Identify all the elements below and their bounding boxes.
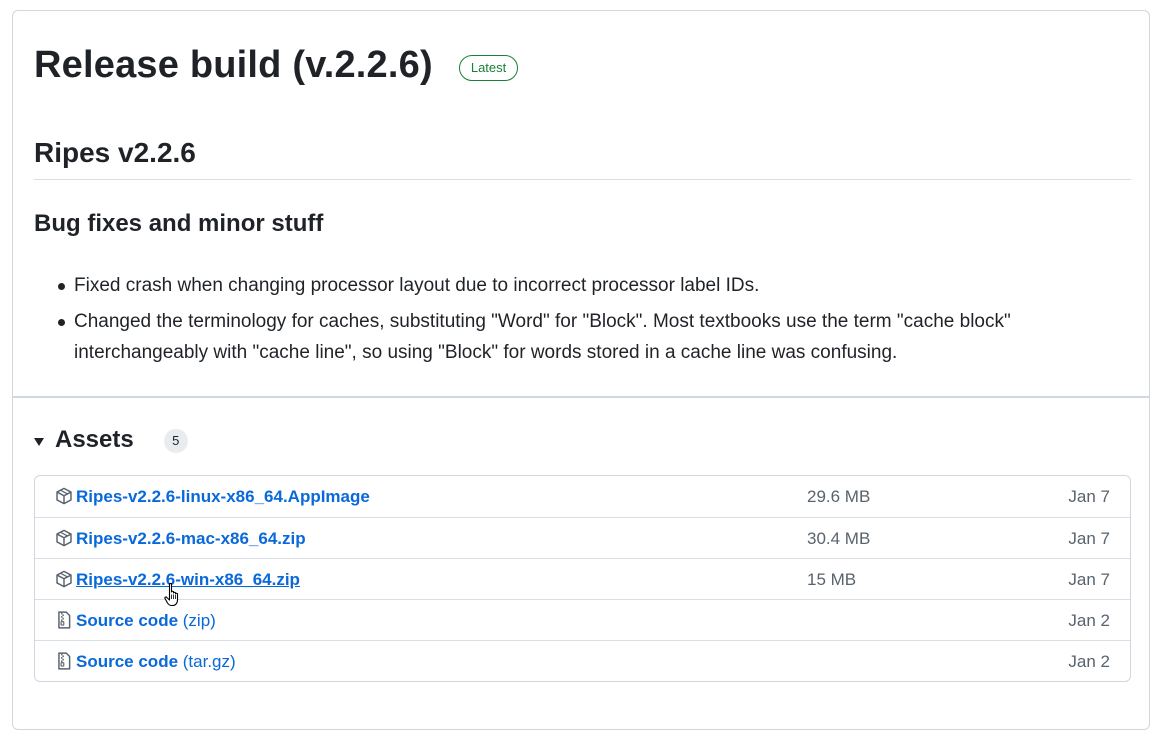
asset-date: Jan 7 [1068, 529, 1110, 548]
asset-name-text: Ripes-v2.2.6-linux-x86_64.AppImage [76, 487, 370, 506]
release-note-item: Fixed crash when changing processor layo… [34, 270, 1104, 301]
asset-download-link[interactable]: Ripes-v2.2.6-mac-x86_64.zip [76, 528, 306, 550]
asset-suffix-text: (tar.gz) [178, 652, 236, 671]
asset-download-link[interactable]: Ripes-v2.2.6-linux-x86_64.AppImage [76, 486, 370, 508]
asset-row: Source code (tar.gz) Jan 2 [35, 640, 1130, 681]
release-card: Release build (v.2.2.6) Latest Ripes v2.… [12, 10, 1150, 730]
file-zip-icon [58, 611, 71, 629]
asset-row: Ripes-v2.2.6-win-x86_64.zip 15 MB Jan 7 [35, 558, 1130, 599]
asset-suffix-text: (zip) [178, 611, 216, 630]
asset-download-link[interactable]: Source code (tar.gz) [76, 651, 236, 673]
asset-date: Jan 7 [1068, 487, 1110, 506]
release-notes-list: Fixed crash when changing processor layo… [34, 270, 1104, 373]
package-icon [56, 570, 72, 588]
asset-date: Jan 7 [1068, 570, 1110, 589]
asset-name-text: Source code [76, 611, 179, 630]
asset-name-text: Source code [76, 652, 179, 671]
asset-download-link[interactable]: Ripes-v2.2.6-win-x86_64.zip [76, 569, 300, 591]
package-icon [56, 487, 72, 505]
asset-name-text: Ripes-v2.2.6-mac-x86_64.zip [76, 529, 306, 548]
asset-size: 29.6 MB [807, 487, 871, 506]
bullet-icon [58, 283, 65, 290]
asset-download-link[interactable]: Source code (zip) [76, 610, 216, 632]
section-divider [13, 396, 1149, 398]
file-zip-icon [58, 652, 71, 670]
assets-toggle[interactable]: Assets 5 [34, 425, 188, 455]
asset-row: Source code (zip) Jan 2 [35, 599, 1130, 640]
asset-date: Jan 2 [1068, 652, 1110, 671]
release-header: Release build (v.2.2.6) Latest [34, 43, 519, 87]
bullet-icon [58, 319, 65, 326]
asset-name-text: Ripes-v2.2.6-win-x86_64.zip [76, 570, 300, 589]
asset-date: Jan 2 [1068, 611, 1110, 630]
assets-title: Assets [55, 426, 134, 453]
asset-size: 30.4 MB [807, 529, 871, 548]
section-heading: Bug fixes and minor stuff [34, 210, 324, 237]
version-heading: Ripes v2.2.6 [34, 135, 1131, 180]
latest-badge: Latest [458, 55, 519, 81]
assets-count-badge: 5 [163, 429, 188, 453]
asset-row: Ripes-v2.2.6-linux-x86_64.AppImage 29.6 … [35, 476, 1130, 517]
asset-size: 15 MB [807, 570, 857, 589]
asset-row: Ripes-v2.2.6-mac-x86_64.zip 30.4 MB Jan … [35, 517, 1130, 558]
release-note-text: Fixed crash when changing processor layo… [74, 275, 760, 296]
asset-list: Ripes-v2.2.6-linux-x86_64.AppImage 29.6 … [34, 475, 1131, 682]
release-title[interactable]: Release build (v.2.2.6) [34, 43, 433, 87]
release-note-text: Changed the terminology for caches, subs… [74, 311, 1011, 363]
caret-down-icon [34, 437, 44, 446]
release-note-item: Changed the terminology for caches, subs… [34, 306, 1104, 368]
package-icon [56, 529, 72, 547]
